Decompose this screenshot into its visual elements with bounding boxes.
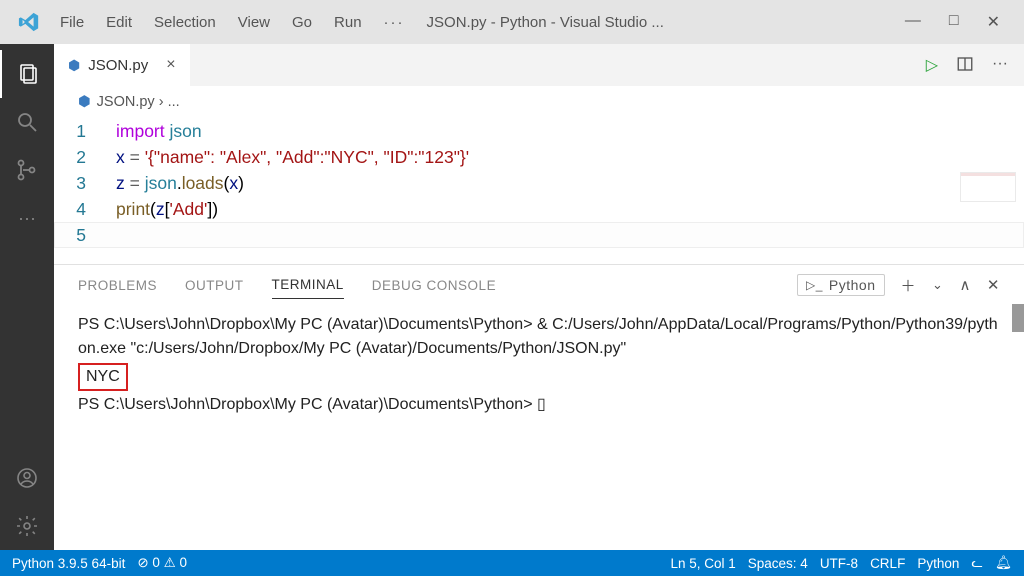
tab-debug-console[interactable]: DEBUG CONSOLE bbox=[372, 278, 496, 293]
line-number: 2 bbox=[54, 144, 116, 170]
maximize-panel-icon[interactable]: ∧ bbox=[959, 276, 970, 294]
minimize-button[interactable]: — bbox=[905, 12, 921, 32]
settings-gear-icon[interactable] bbox=[0, 502, 54, 550]
bell-icon[interactable]: 🔔︎ bbox=[995, 555, 1012, 571]
status-bar: Python 3.9.5 64-bit ⊘ 0 ⚠ 0 Ln 5, Col 1 … bbox=[0, 550, 1024, 576]
line-number: 4 bbox=[54, 196, 116, 222]
tab-label: JSON.py bbox=[88, 57, 148, 74]
menu-file[interactable]: File bbox=[60, 14, 84, 31]
line-number: 5 bbox=[54, 222, 116, 248]
line-number: 3 bbox=[54, 170, 116, 196]
editor-more-icon[interactable]: ··· bbox=[992, 55, 1008, 75]
tab-problems[interactable]: PROBLEMS bbox=[78, 278, 157, 293]
menu-run[interactable]: Run bbox=[334, 14, 362, 31]
status-eol[interactable]: CRLF bbox=[870, 556, 905, 571]
tab-terminal[interactable]: TERMINAL bbox=[272, 277, 344, 299]
split-editor-icon[interactable] bbox=[956, 55, 974, 75]
menu-selection[interactable]: Selection bbox=[154, 14, 216, 31]
source-control-icon[interactable] bbox=[0, 146, 54, 194]
vscode-logo bbox=[18, 11, 40, 33]
bottom-panel: PROBLEMS OUTPUT TERMINAL DEBUG CONSOLE ▷… bbox=[54, 264, 1024, 550]
breadcrumb[interactable]: ⬢JSON.py › ... bbox=[54, 86, 1024, 114]
menu-bar: File Edit Selection View Go Run bbox=[60, 14, 362, 31]
more-icon[interactable]: ··· bbox=[0, 194, 54, 242]
tab-output[interactable]: OUTPUT bbox=[185, 278, 244, 293]
terminal-shell-dropdown[interactable]: ▷_Python bbox=[797, 274, 885, 296]
window-title: JSON.py - Python - Visual Studio ... bbox=[427, 14, 905, 31]
scrollbar-marker[interactable] bbox=[1012, 304, 1024, 332]
menu-edit[interactable]: Edit bbox=[106, 14, 132, 31]
close-button[interactable]: ✕ bbox=[987, 12, 1000, 32]
menu-go[interactable]: Go bbox=[292, 14, 312, 31]
feedback-icon[interactable]: ᓚ bbox=[971, 555, 983, 571]
split-terminal-icon[interactable]: ⌄ bbox=[932, 277, 943, 293]
tab-bar: ⬢ JSON.py × ▷ ··· bbox=[54, 44, 1024, 86]
run-button[interactable]: ▷ bbox=[926, 55, 938, 75]
terminal-output-highlight: NYC bbox=[78, 363, 128, 391]
title-bar: File Edit Selection View Go Run ··· JSON… bbox=[0, 0, 1024, 44]
status-cursor-pos[interactable]: Ln 5, Col 1 bbox=[670, 556, 735, 571]
menu-overflow-icon[interactable]: ··· bbox=[384, 14, 405, 31]
status-encoding[interactable]: UTF-8 bbox=[820, 556, 858, 571]
line-number: 1 bbox=[54, 118, 116, 144]
terminal-line: PS C:\Users\John\Dropbox\My PC (Avatar)\… bbox=[78, 313, 1000, 361]
activity-bar: ··· bbox=[0, 44, 54, 550]
tab-close-icon[interactable]: × bbox=[166, 56, 175, 74]
explorer-icon[interactable] bbox=[0, 50, 54, 98]
terminal-prompt: PS C:\Users\John\Dropbox\My PC (Avatar)\… bbox=[78, 393, 1000, 417]
maximize-button[interactable]: □ bbox=[949, 12, 959, 32]
python-file-icon: ⬢ bbox=[68, 57, 80, 74]
status-indent[interactable]: Spaces: 4 bbox=[748, 556, 808, 571]
tab-json-py[interactable]: ⬢ JSON.py × bbox=[54, 44, 190, 86]
status-interpreter[interactable]: Python 3.9.5 64-bit bbox=[12, 556, 125, 571]
python-file-icon: ⬢ bbox=[78, 94, 91, 110]
menu-view[interactable]: View bbox=[238, 14, 270, 31]
search-icon[interactable] bbox=[0, 98, 54, 146]
terminal-output[interactable]: PS C:\Users\John\Dropbox\My PC (Avatar)\… bbox=[54, 305, 1024, 423]
status-problems[interactable]: ⊘ 0 ⚠ 0 bbox=[137, 555, 187, 571]
account-icon[interactable] bbox=[0, 454, 54, 502]
new-terminal-icon[interactable]: ＋ bbox=[901, 275, 917, 296]
status-language[interactable]: Python bbox=[917, 556, 959, 571]
editor-area[interactable]: 1import json 2x = '{"name": "Alex", "Add… bbox=[54, 114, 1024, 264]
close-panel-icon[interactable]: ✕ bbox=[987, 276, 1000, 294]
